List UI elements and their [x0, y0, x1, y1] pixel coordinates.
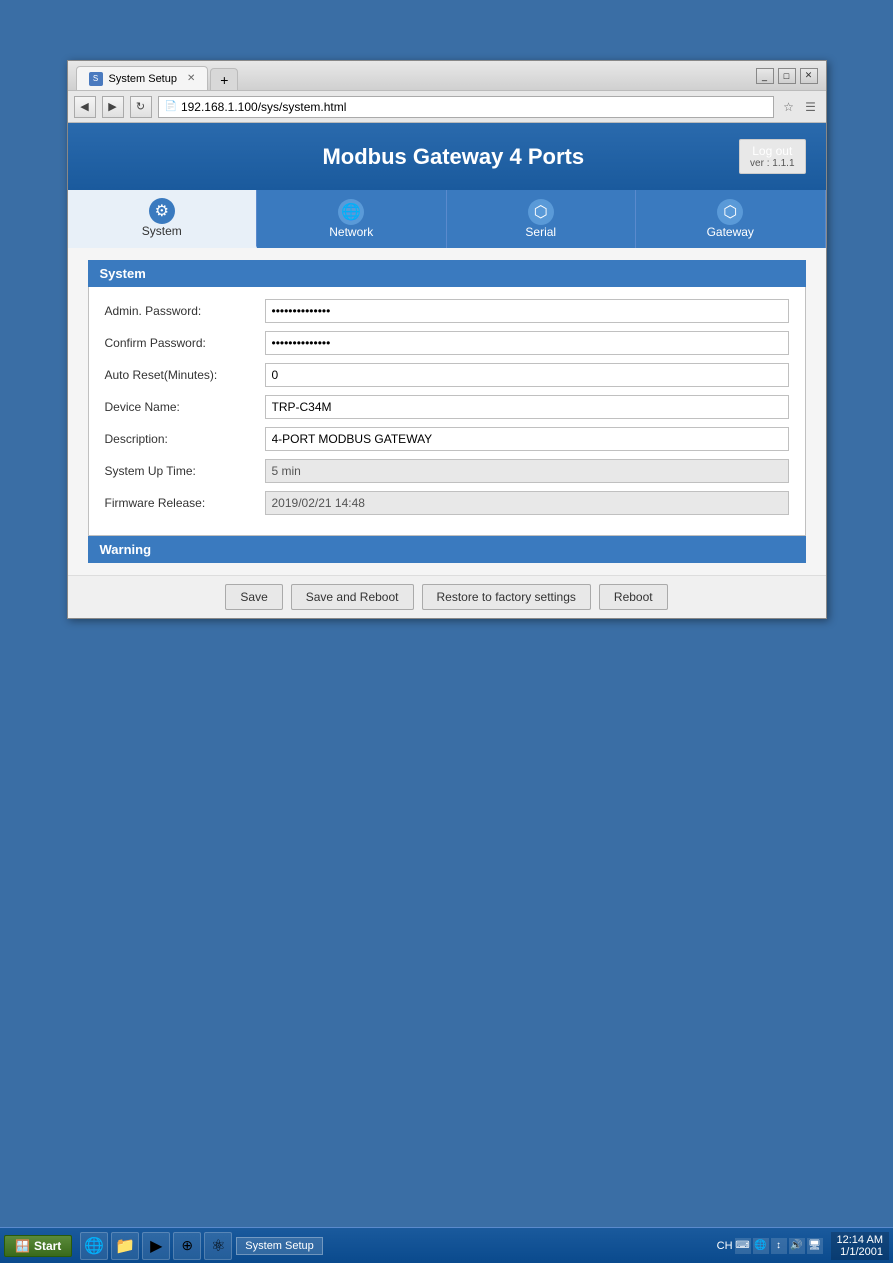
taskbar-apps: 🌐 📁 ▶ ⊕ ⚛: [80, 1232, 232, 1260]
refresh-button[interactable]: ↻: [130, 96, 152, 118]
start-label: Start: [34, 1239, 61, 1253]
system-icon: ⚙: [149, 198, 175, 224]
bookmark-icon[interactable]: ☆: [780, 98, 798, 116]
taskbar-right: CH ⌨ 🌐 ↕ 🔊 🖥 12:14 AM 1/1/2001: [717, 1232, 889, 1260]
firmware-input: [265, 491, 789, 515]
browser-window: S System Setup ✕ + _ □ ✕ ◀ ▶ ↻ 📄 192.168…: [67, 60, 827, 619]
new-tab-button[interactable]: +: [210, 68, 238, 90]
tray-icon-1: ⌨: [735, 1238, 751, 1254]
auto-reset-input[interactable]: [265, 363, 789, 387]
firmware-row: Firmware Release:: [105, 491, 789, 515]
clock-date: 1/1/2001: [837, 1246, 883, 1258]
confirm-password-label: Confirm Password:: [105, 336, 265, 350]
tab-gateway-label: Gateway: [707, 225, 754, 239]
save-button[interactable]: Save: [225, 584, 282, 610]
logout-button[interactable]: Log out ver : 1.1.1: [739, 139, 805, 174]
address-right-icons: ☆ ☰: [780, 98, 820, 116]
maximize-button[interactable]: □: [778, 68, 796, 84]
uptime-input: [265, 459, 789, 483]
admin-password-label: Admin. Password:: [105, 304, 265, 318]
address-bar[interactable]: 📄 192.168.1.100/sys/system.html: [158, 96, 774, 118]
admin-password-row: Admin. Password:: [105, 299, 789, 323]
description-label: Description:: [105, 432, 265, 446]
logout-label: Log out: [752, 144, 792, 158]
close-button[interactable]: ✕: [800, 68, 818, 84]
save-reboot-button[interactable]: Save and Reboot: [291, 584, 414, 610]
serial-icon: ⬡: [528, 199, 554, 225]
tab-system[interactable]: ⚙ System: [68, 190, 258, 248]
navigation-tabs: ⚙ System 🌐 Network ⬡ Serial ⬡ Gateway: [68, 190, 826, 248]
uptime-row: System Up Time:: [105, 459, 789, 483]
browser-addressbar: ◀ ▶ ↻ 📄 192.168.1.100/sys/system.html ☆ …: [68, 91, 826, 123]
system-section-body: Admin. Password: Confirm Password: Auto …: [88, 287, 806, 536]
forward-button[interactable]: ▶: [102, 96, 124, 118]
browser-tab[interactable]: S System Setup ✕: [76, 66, 209, 90]
clock-time: 12:14 AM: [837, 1234, 883, 1246]
tray-text: CH: [717, 1240, 733, 1252]
address-text: 192.168.1.100/sys/system.html: [181, 100, 346, 114]
gateway-icon: ⬡: [717, 199, 743, 225]
tab-system-label: System: [142, 224, 182, 238]
tab-close-button[interactable]: ✕: [187, 73, 195, 84]
reboot-button[interactable]: Reboot: [599, 584, 668, 610]
tab-favicon: S: [89, 72, 103, 86]
systray-icons: CH ⌨ 🌐 ↕ 🔊 🖥: [717, 1238, 823, 1254]
page-icon: 📄: [165, 101, 177, 112]
minimize-button[interactable]: _: [756, 68, 774, 84]
tab-favicon-letter: S: [93, 74, 98, 83]
auto-reset-row: Auto Reset(Minutes):: [105, 363, 789, 387]
tab-gateway[interactable]: ⬡ Gateway: [636, 190, 826, 248]
tray-icon-3: ↕: [771, 1238, 787, 1254]
device-name-input[interactable]: [265, 395, 789, 419]
warning-section-header: Warning: [88, 536, 806, 563]
web-content: Modbus Gateway 4 Ports Log out ver : 1.1…: [68, 123, 826, 618]
device-name-label: Device Name:: [105, 400, 265, 414]
restore-factory-button[interactable]: Restore to factory settings: [422, 584, 591, 610]
tab-network-label: Network: [329, 225, 373, 239]
settings-icon[interactable]: ☰: [802, 98, 820, 116]
taskbar-app5-icon[interactable]: ⚛: [204, 1232, 232, 1260]
page-header: Modbus Gateway 4 Ports Log out ver : 1.1…: [68, 123, 826, 190]
taskbar-clock: 12:14 AM 1/1/2001: [831, 1232, 889, 1260]
taskbar-chrome-icon[interactable]: ⊕: [173, 1232, 201, 1260]
window-controls: _ □ ✕: [756, 68, 818, 84]
version-label: ver : 1.1.1: [750, 158, 794, 169]
browser-titlebar: S System Setup ✕ + _ □ ✕: [68, 61, 826, 91]
desktop: manualshhive.com S System Setup ✕ + _ □ …: [0, 0, 893, 1263]
description-row: Description:: [105, 427, 789, 451]
tab-label: System Setup: [109, 73, 177, 85]
taskbar: 🪟 Start 🌐 📁 ▶ ⊕ ⚛ System Setup CH ⌨ 🌐 ↕ …: [0, 1227, 893, 1263]
back-button[interactable]: ◀: [74, 96, 96, 118]
uptime-label: System Up Time:: [105, 464, 265, 478]
description-input[interactable]: [265, 427, 789, 451]
tray-icon-2: 🌐: [753, 1238, 769, 1254]
device-name-row: Device Name:: [105, 395, 789, 419]
admin-password-input[interactable]: [265, 299, 789, 323]
taskbar-ie-icon[interactable]: 🌐: [80, 1232, 108, 1260]
tray-icon-4: 🔊: [789, 1238, 805, 1254]
browser-tabs: S System Setup ✕ +: [76, 61, 239, 90]
taskbar-media-icon[interactable]: ▶: [142, 1232, 170, 1260]
tab-serial[interactable]: ⬡ Serial: [447, 190, 637, 248]
start-button[interactable]: 🪟 Start: [4, 1235, 72, 1257]
system-section-header: System: [88, 260, 806, 287]
tray-icon-5: 🖥: [807, 1238, 823, 1254]
taskbar-explorer-icon[interactable]: 📁: [111, 1232, 139, 1260]
bottom-action-bar: Save Save and Reboot Restore to factory …: [68, 575, 826, 618]
tab-network[interactable]: 🌐 Network: [257, 190, 447, 248]
network-icon: 🌐: [338, 199, 364, 225]
firmware-label: Firmware Release:: [105, 496, 265, 510]
confirm-password-input[interactable]: [265, 331, 789, 355]
auto-reset-label: Auto Reset(Minutes):: [105, 368, 265, 382]
confirm-password-row: Confirm Password:: [105, 331, 789, 355]
tab-serial-label: Serial: [525, 225, 556, 239]
taskbar-active-app[interactable]: System Setup: [236, 1237, 322, 1255]
system-section: System Admin. Password: Confirm Password…: [68, 248, 826, 575]
start-icon: 🪟: [15, 1239, 30, 1253]
page-title: Modbus Gateway 4 Ports: [168, 144, 740, 170]
